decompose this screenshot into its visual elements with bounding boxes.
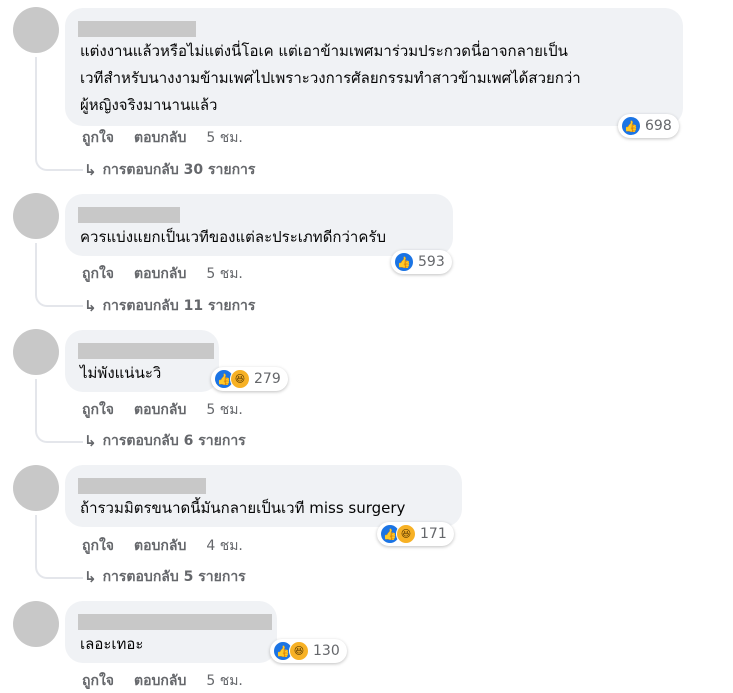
replies-count-text: การตอบกลับ 30 รายการ bbox=[102, 162, 256, 178]
comment-bubble: แต่งงานแล้วหรือไม่แต่งนี่โอเค แต่เอาข้าม… bbox=[65, 8, 683, 138]
timestamp[interactable]: 5 ชม. bbox=[206, 127, 243, 149]
reply-connector bbox=[35, 563, 83, 579]
reply-button[interactable]: ตอบกลับ bbox=[134, 535, 186, 557]
replies-count-text: การตอบกลับ 11 รายการ bbox=[102, 298, 256, 314]
like-button[interactable]: ถูกใจ bbox=[82, 399, 114, 421]
comment-bubble: ควรแบ่งแยกเป็นเวทีของแต่ละประเภทดีกว่าคร… bbox=[65, 194, 453, 274]
reaction-count: 698 bbox=[645, 118, 672, 134]
comment-text: ควรแบ่งแยกเป็นเวทีของแต่ละประเภทดีกว่าคร… bbox=[80, 228, 386, 246]
reaction-count: 130 bbox=[313, 643, 340, 659]
view-replies-link[interactable]: ↳ การตอบกลับ 30 รายการ bbox=[84, 159, 255, 181]
thread-line bbox=[35, 515, 37, 563]
view-replies-link[interactable]: ↳ การตอบกลับ 6 รายการ bbox=[84, 430, 246, 452]
reply-button[interactable]: ตอบกลับ bbox=[134, 670, 186, 692]
reaction-count: 279 bbox=[254, 371, 281, 387]
comment-text: เลอะเทอะ bbox=[80, 635, 144, 653]
view-replies-link[interactable]: ↳ การตอบกลับ 11 รายการ bbox=[84, 295, 255, 317]
comment-actions: ถูกใจ ตอบกลับ 5 ชม. bbox=[82, 127, 243, 149]
reply-arrow-icon: ↳ bbox=[84, 161, 97, 179]
reply-arrow-icon: ↳ bbox=[84, 568, 97, 586]
reaction-count: 171 bbox=[420, 526, 447, 542]
avatar[interactable] bbox=[13, 601, 59, 647]
comment-actions: ถูกใจ ตอบกลับ 5 ชม. bbox=[82, 399, 243, 421]
comment-bubble: เลอะเทอะ 👍 😆 130 bbox=[65, 601, 347, 663]
author-name-redacted[interactable] bbox=[78, 207, 180, 223]
comment-text: ถ้ารวมมิตรขนาดนี้มันกลายเป็นเวที miss su… bbox=[80, 499, 406, 517]
avatar[interactable] bbox=[13, 193, 59, 239]
thread-line bbox=[35, 379, 37, 427]
author-name-redacted[interactable] bbox=[78, 343, 214, 359]
reaction-summary[interactable]: 👍 698 bbox=[618, 114, 679, 138]
like-button[interactable]: ถูกใจ bbox=[82, 670, 114, 692]
like-button[interactable]: ถูกใจ bbox=[82, 127, 114, 149]
reaction-summary[interactable]: 👍 😆 171 bbox=[377, 522, 454, 546]
author-name-redacted[interactable] bbox=[78, 21, 196, 37]
comment-bubble: ไม่พังแน่นะวิ 👍 😆 279 bbox=[65, 330, 288, 392]
replies-count-text: การตอบกลับ 5 รายการ bbox=[102, 569, 246, 585]
reply-arrow-icon: ↳ bbox=[84, 432, 97, 450]
author-name-redacted[interactable] bbox=[78, 614, 272, 630]
comment-actions: ถูกใจ ตอบกลับ 5 ชม. bbox=[82, 263, 243, 285]
reaction-summary[interactable]: 👍 😆 279 bbox=[211, 367, 288, 391]
haha-reaction-icon: 😆 bbox=[396, 524, 416, 544]
like-button[interactable]: ถูกใจ bbox=[82, 535, 114, 557]
haha-reaction-icon: 😆 bbox=[289, 641, 309, 661]
avatar[interactable] bbox=[13, 465, 59, 511]
view-replies-link[interactable]: ↳ การตอบกลับ 5 รายการ bbox=[84, 566, 246, 588]
reply-button[interactable]: ตอบกลับ bbox=[134, 399, 186, 421]
reply-connector bbox=[35, 291, 83, 307]
comment-actions: ถูกใจ ตอบกลับ 5 ชม. bbox=[82, 670, 243, 692]
avatar[interactable] bbox=[13, 7, 59, 53]
timestamp[interactable]: 5 ชม. bbox=[206, 670, 243, 692]
reaction-count: 593 bbox=[418, 254, 445, 270]
comment-text: ไม่พังแน่นะวิ bbox=[80, 364, 162, 382]
reaction-summary[interactable]: 👍 593 bbox=[391, 250, 452, 274]
timestamp[interactable]: 5 ชม. bbox=[206, 263, 243, 285]
reply-arrow-icon: ↳ bbox=[84, 297, 97, 315]
thread-line bbox=[35, 243, 37, 291]
comment-bubble: ถ้ารวมมิตรขนาดนี้มันกลายเป็นเวที miss su… bbox=[65, 465, 462, 546]
reply-button[interactable]: ตอบกลับ bbox=[134, 127, 186, 149]
like-reaction-icon: 👍 bbox=[394, 252, 414, 272]
comment-text: แต่งงานแล้วหรือไม่แต่งนี่โอเค แต่เอาข้าม… bbox=[80, 42, 581, 114]
timestamp[interactable]: 4 ชม. bbox=[206, 535, 243, 557]
comment-actions: ถูกใจ ตอบกลับ 4 ชม. bbox=[82, 535, 243, 557]
replies-count-text: การตอบกลับ 6 รายการ bbox=[102, 433, 246, 449]
reply-connector bbox=[35, 155, 83, 171]
reply-button[interactable]: ตอบกลับ bbox=[134, 263, 186, 285]
reaction-summary[interactable]: 👍 😆 130 bbox=[270, 639, 347, 663]
comment-thread: แต่งงานแล้วหรือไม่แต่งนี่โอเค แต่เอาข้าม… bbox=[0, 0, 733, 693]
avatar[interactable] bbox=[13, 329, 59, 375]
reply-connector bbox=[35, 427, 83, 443]
like-reaction-icon: 👍 bbox=[621, 116, 641, 136]
thread-line bbox=[35, 57, 37, 155]
author-name-redacted[interactable] bbox=[78, 478, 206, 494]
timestamp[interactable]: 5 ชม. bbox=[206, 399, 243, 421]
like-button[interactable]: ถูกใจ bbox=[82, 263, 114, 285]
haha-reaction-icon: 😆 bbox=[230, 369, 250, 389]
